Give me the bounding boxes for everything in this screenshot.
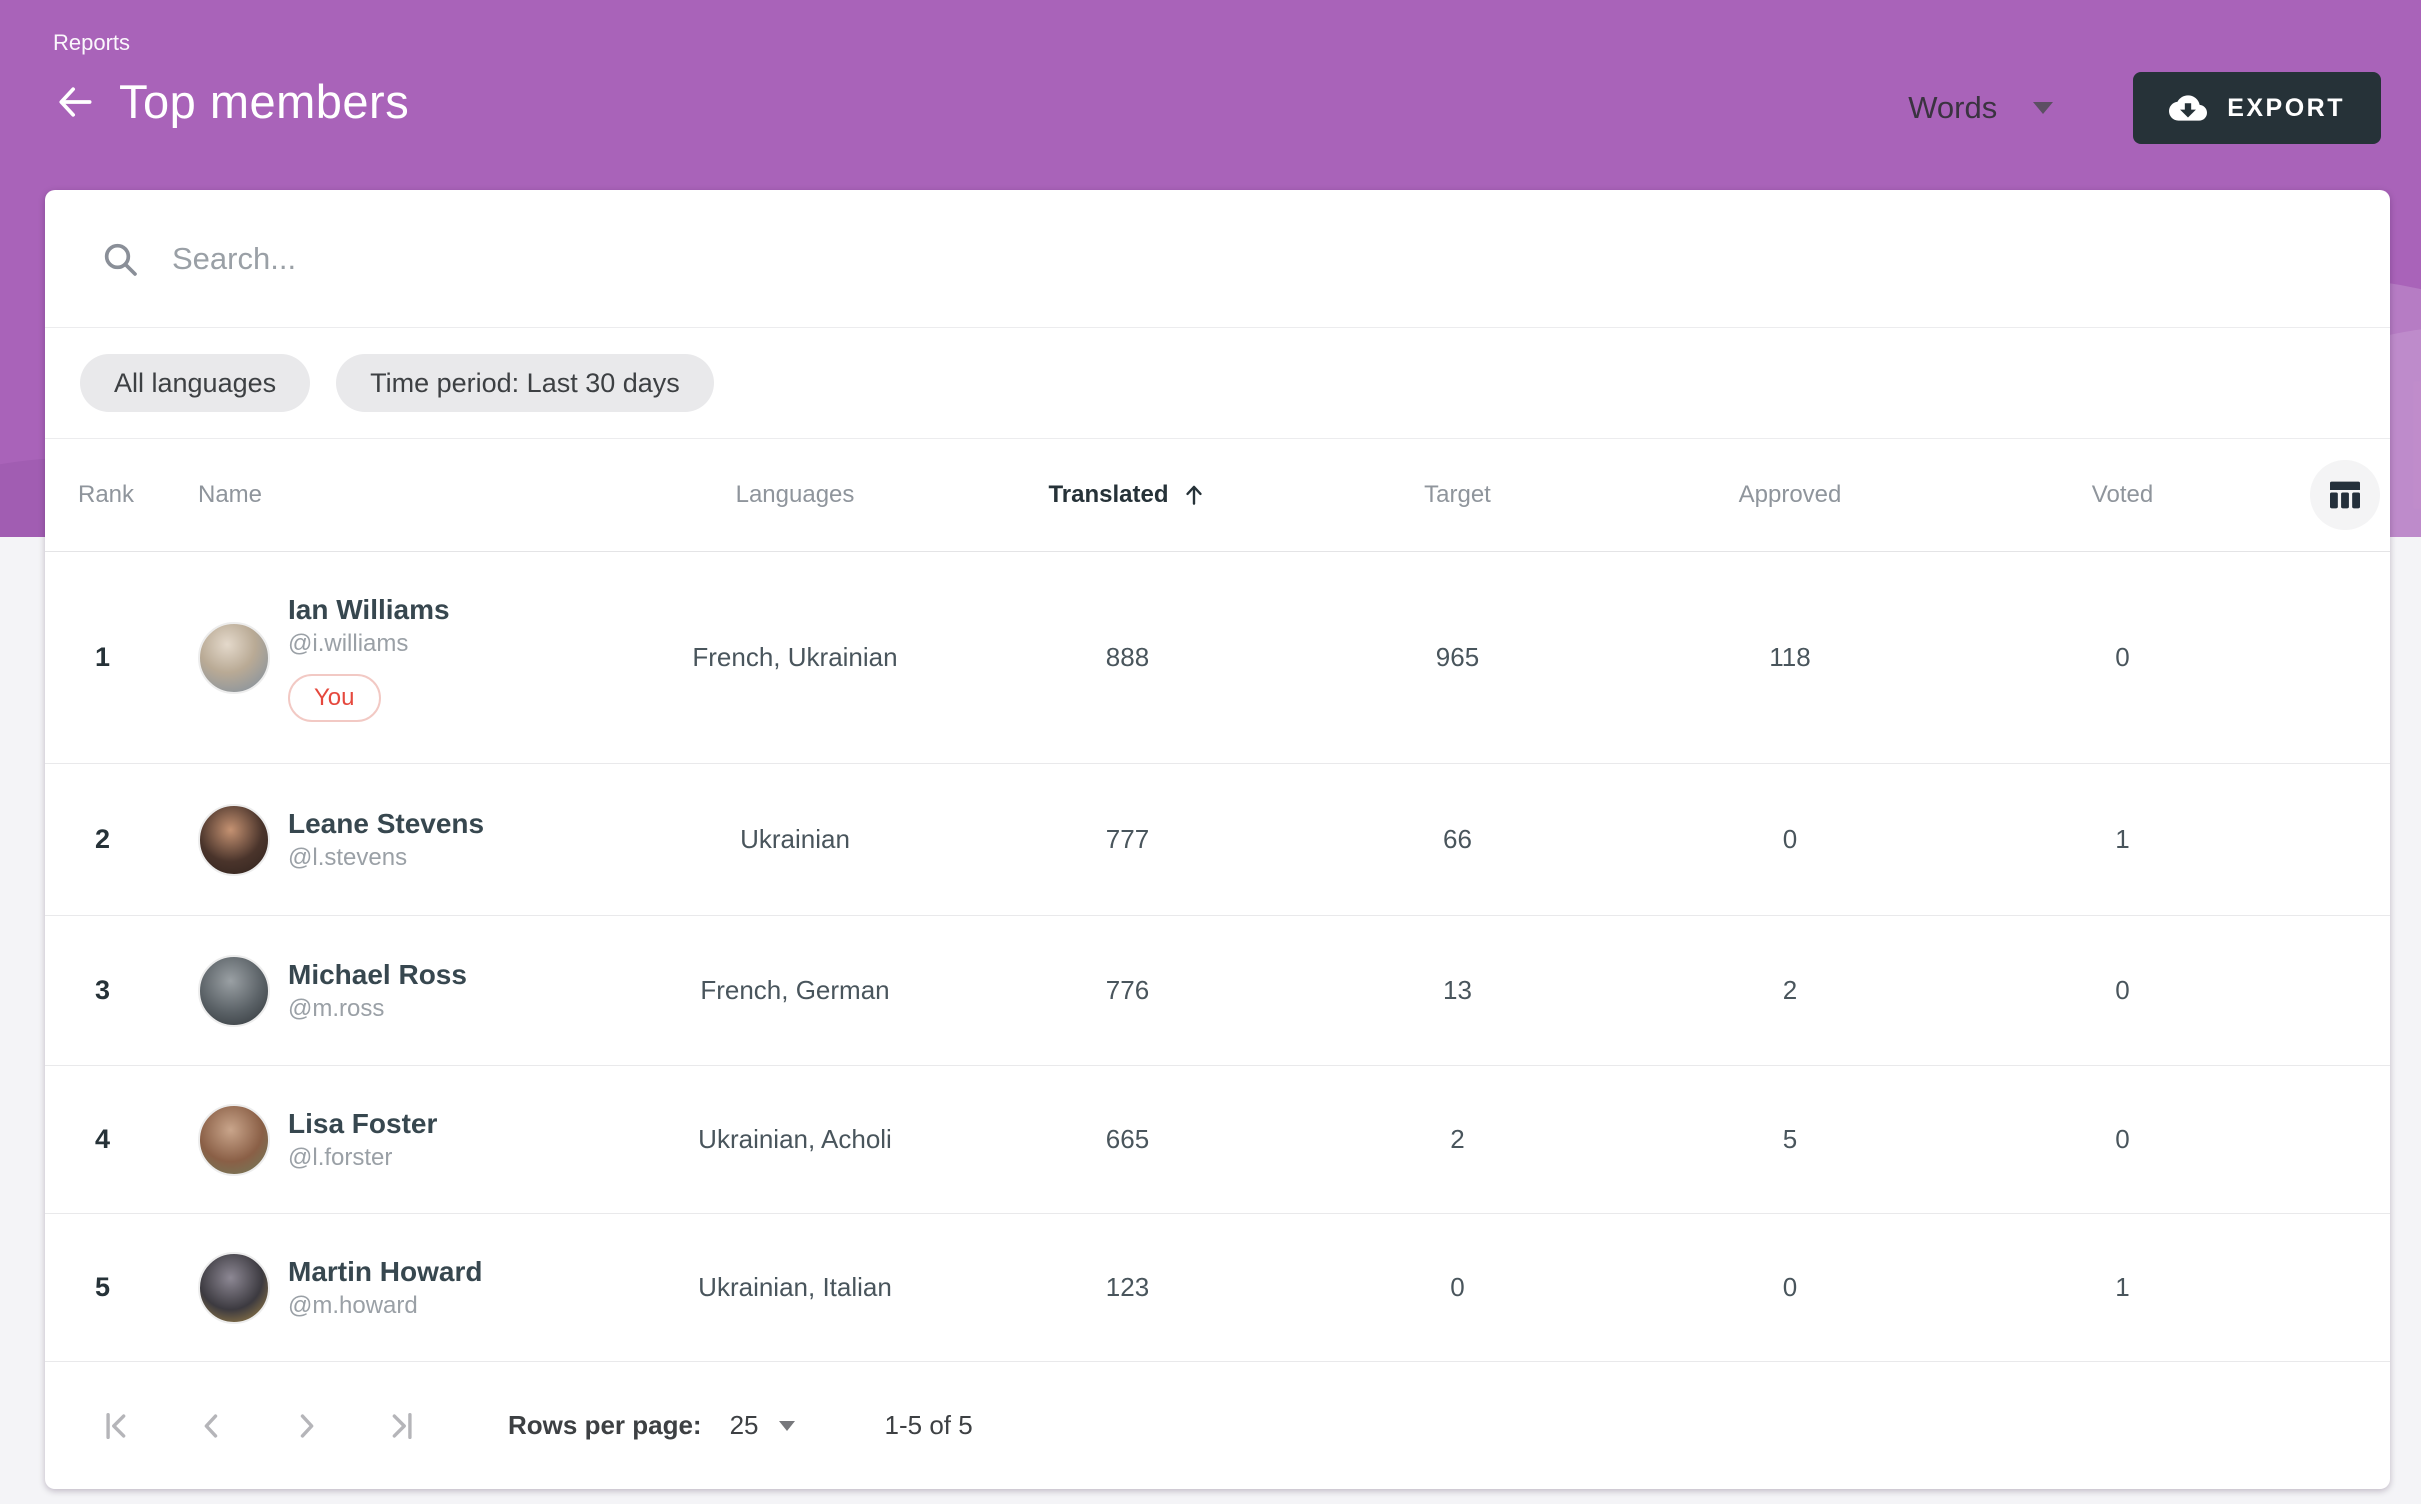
approved-value: 2 — [1645, 975, 1935, 1006]
first-page-button[interactable] — [100, 1408, 136, 1444]
chevron-left-icon — [195, 1409, 229, 1443]
rank-value: 2 — [45, 824, 160, 855]
rank-value: 1 — [45, 642, 160, 673]
approved-value: 5 — [1645, 1124, 1935, 1155]
search-input[interactable] — [172, 241, 1572, 277]
member-name: Leane Stevens — [288, 808, 484, 840]
sort-arrow-up-icon — [1181, 482, 1207, 508]
avatar — [198, 622, 270, 694]
filter-chip-languages[interactable]: All languages — [80, 354, 310, 412]
languages-value: Ukrainian, Italian — [605, 1272, 985, 1303]
translated-value: 123 — [985, 1272, 1270, 1303]
table-header-row: Rank Name Languages Translated Target Ap… — [45, 439, 2390, 552]
voted-value: 1 — [1935, 1272, 2310, 1303]
column-header-languages: Languages — [605, 481, 985, 509]
column-header-name: Name — [160, 481, 605, 509]
table-row[interactable]: 4 Lisa Foster @l.forster Ukrainian, Acho… — [45, 1066, 2390, 1214]
pagination-range: 1-5 of 5 — [885, 1410, 973, 1441]
rank-value: 3 — [45, 975, 160, 1006]
member-handle: @l.stevens — [288, 844, 484, 872]
rows-per-page-value: 25 — [730, 1410, 759, 1441]
table-row[interactable]: 3 Michael Ross @m.ross French, German 77… — [45, 916, 2390, 1066]
target-value: 2 — [1270, 1124, 1645, 1155]
column-header-approved: Approved — [1645, 481, 1935, 509]
languages-value: French, German — [605, 975, 985, 1006]
approved-value: 118 — [1645, 642, 1935, 673]
translated-value: 777 — [985, 824, 1270, 855]
search-bar — [45, 190, 2390, 328]
header-left: Reports Top members — [53, 30, 409, 129]
you-badge: You — [288, 674, 381, 722]
approved-value: 0 — [1645, 824, 1935, 855]
breadcrumb: Reports — [53, 30, 409, 56]
avatar — [198, 804, 270, 876]
search-icon — [100, 239, 140, 279]
avatar — [198, 1104, 270, 1176]
approved-value: 0 — [1645, 1272, 1935, 1303]
voted-value: 0 — [1935, 1124, 2310, 1155]
avatar — [198, 1252, 270, 1324]
member-handle: @l.forster — [288, 1144, 437, 1172]
member-handle: @i.williams — [288, 630, 450, 658]
member-handle: @m.ross — [288, 995, 467, 1023]
last-page-button[interactable] — [382, 1408, 418, 1444]
target-value: 66 — [1270, 824, 1645, 855]
member-name: Michael Ross — [288, 959, 467, 991]
previous-page-button[interactable] — [194, 1408, 230, 1444]
voted-value: 0 — [1935, 975, 2310, 1006]
rank-value: 4 — [45, 1124, 160, 1155]
rows-per-page-select[interactable]: 25 — [730, 1410, 795, 1441]
languages-value: Ukrainian — [605, 824, 985, 855]
column-header-target: Target — [1270, 481, 1645, 509]
target-value: 0 — [1270, 1272, 1645, 1303]
view-columns-icon — [2325, 475, 2365, 515]
filter-chips: All languages Time period: Last 30 days — [45, 328, 2390, 439]
column-header-translated-label: Translated — [1048, 481, 1168, 509]
chevron-right-icon — [289, 1409, 323, 1443]
report-card: All languages Time period: Last 30 days … — [45, 190, 2390, 1489]
languages-value: French, Ukrainian — [605, 642, 985, 673]
next-page-button[interactable] — [288, 1408, 324, 1444]
arrow-left-icon — [53, 80, 97, 124]
export-button[interactable]: EXPORT — [2133, 72, 2381, 144]
unit-dropdown[interactable]: Words — [1908, 90, 2053, 126]
rows-per-page-label: Rows per page: — [508, 1410, 702, 1441]
cloud-download-icon — [2169, 89, 2207, 127]
member-handle: @m.howard — [288, 1292, 482, 1320]
chevron-down-icon — [2033, 102, 2053, 114]
column-settings-button[interactable] — [2310, 460, 2380, 530]
translated-value: 665 — [985, 1124, 1270, 1155]
avatar — [198, 955, 270, 1027]
table-row[interactable]: 5 Martin Howard @m.howard Ukrainian, Ita… — [45, 1214, 2390, 1362]
filter-chip-time-period[interactable]: Time period: Last 30 days — [336, 354, 714, 412]
voted-value: 0 — [1935, 642, 2310, 673]
column-header-voted: Voted — [1935, 481, 2310, 509]
export-button-label: EXPORT — [2227, 94, 2345, 123]
table-row[interactable]: 1 Ian Williams @i.williams You French, U… — [45, 552, 2390, 764]
page-title: Top members — [119, 74, 409, 129]
member-name: Martin Howard — [288, 1256, 482, 1288]
translated-value: 888 — [985, 642, 1270, 673]
target-value: 965 — [1270, 642, 1645, 673]
translated-value: 776 — [985, 975, 1270, 1006]
last-page-icon — [383, 1409, 417, 1443]
target-value: 13 — [1270, 975, 1645, 1006]
pagination-bar: Rows per page: 25 1-5 of 5 — [45, 1362, 2390, 1489]
back-button[interactable] — [53, 80, 97, 124]
languages-value: Ukrainian, Acholi — [605, 1124, 985, 1155]
table-row[interactable]: 2 Leane Stevens @l.stevens Ukrainian 777… — [45, 764, 2390, 916]
column-header-translated[interactable]: Translated — [985, 481, 1270, 509]
column-header-rank: Rank — [45, 481, 160, 509]
chevron-down-icon — [779, 1421, 795, 1431]
first-page-icon — [101, 1409, 135, 1443]
unit-dropdown-value: Words — [1908, 90, 1997, 126]
header-actions: Words EXPORT — [1908, 72, 2381, 144]
member-name: Lisa Foster — [288, 1108, 437, 1140]
voted-value: 1 — [1935, 824, 2310, 855]
rank-value: 5 — [45, 1272, 160, 1303]
member-name: Ian Williams — [288, 594, 450, 626]
